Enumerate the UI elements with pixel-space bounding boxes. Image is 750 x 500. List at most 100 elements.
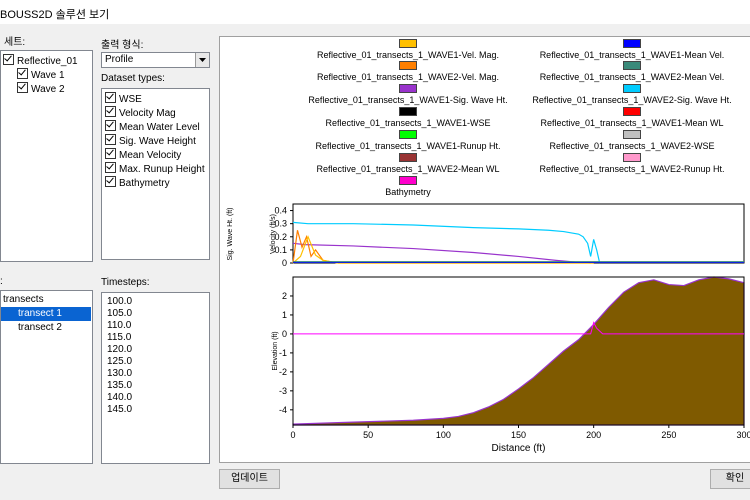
transect-item-2[interactable]: transect 2 [18, 321, 62, 335]
ok-button[interactable]: 확인 [710, 469, 750, 489]
y-tick-label: -4 [279, 405, 287, 415]
legend-entry: Reflective_01_transects_1_WAVE1-Mean WL [522, 107, 742, 128]
legend-label: Reflective_01_transects_1_WAVE1-WSE [325, 118, 491, 128]
legend-swatch [399, 84, 417, 93]
dataset-types-list[interactable]: WSE Velocity Mag Mean Water Level Sig. W… [101, 88, 210, 260]
checkbox[interactable] [105, 134, 116, 145]
legend-swatch [623, 84, 641, 93]
dataset-type-velocity-mag[interactable]: Velocity Mag [105, 106, 176, 120]
y-axis-label-left: Sig. Wave Ht. (ft) [227, 207, 234, 260]
dataset-type-wse[interactable]: WSE [105, 92, 142, 106]
legend-swatch [623, 130, 641, 139]
output-format-select[interactable]: Profile [101, 52, 210, 68]
dataset-checkbox[interactable] [3, 54, 14, 65]
transects-label: : [0, 276, 3, 287]
legend-entry: Reflective_01_transects_1_WAVE1-Sig. Wav… [298, 84, 518, 105]
checkbox[interactable] [105, 162, 116, 173]
timestep-item[interactable]: 145.0 [107, 403, 132, 417]
legend-swatch [623, 61, 641, 70]
dataset-item-wave2[interactable]: Wave 2 [17, 82, 65, 96]
legend-label: Reflective_01_transects_1_WAVE2-Sig. Wav… [532, 95, 732, 105]
chart1-series [292, 221, 744, 264]
y-tick-label: 2 [282, 291, 287, 301]
transect-group[interactable]: transects [3, 293, 91, 307]
legend-label: Reflective_01_transects_1_WAVE1-Runup Ht… [315, 141, 501, 151]
dataset-item-reflective[interactable]: Reflective_01 [3, 54, 78, 68]
plot-area: Reflective_01_transects_1_WAVE1-Vel. Mag… [219, 36, 750, 463]
x-tick-label: 250 [661, 430, 676, 440]
legend-entry: Reflective_01_transects_1_WAVE2-Vel. Mag… [298, 61, 518, 82]
legend-swatch [399, 61, 417, 70]
legend-entry: Reflective_01_transects_1_WAVE2-Sig. Wav… [522, 84, 742, 105]
legend-entry: Reflective_01_transects_1_WAVE1-Runup Ht… [298, 130, 518, 151]
timesteps-list[interactable]: 100.0 105.0 110.0 115.0 120.0 125.0 130.… [101, 292, 210, 464]
y-tick-label: 0 [282, 258, 287, 268]
transects-tree[interactable]: transects transect 1 transect 2 [0, 290, 93, 464]
legend-label: Reflective_01_transects_1_WAVE1-Vel. Mag… [316, 50, 500, 60]
legend-swatch [399, 39, 417, 48]
legend-label: Reflective_01_transects_1_WAVE1-Mean Vel… [539, 50, 725, 60]
chart2-bathymetry [292, 276, 745, 426]
dataset-checkbox[interactable] [17, 82, 28, 93]
chart1-axes: 0.40.30.20.10Sig. Wave Ht. (ft) Velocity … [227, 203, 745, 268]
series-line [292, 242, 591, 264]
y-tick-label: 1 [282, 310, 287, 320]
legend-label: Reflective_01_transects_1_WAVE1-Mean WL [540, 118, 724, 128]
checkbox[interactable] [105, 92, 116, 103]
x-tick-label: 300 [736, 430, 750, 440]
bathymetry-area [292, 276, 745, 426]
datasets-label: 세트: [4, 37, 26, 48]
transect-item-1[interactable]: transect 1 [1, 307, 91, 321]
window-title-bar: BOUSS2D 솔루션 보기 [0, 0, 750, 24]
dataset-checkbox[interactable] [17, 68, 28, 79]
legend-swatch [399, 153, 417, 162]
y-tick-label: -2 [279, 367, 287, 377]
dataset-type-mean-water-level[interactable]: Mean Water Level [105, 120, 200, 134]
legend-swatch [399, 107, 417, 116]
legend-entry: Reflective_01_transects_1_WAVE2-Runup Ht… [522, 153, 742, 174]
dataset-type-bathymetry[interactable]: Bathymetry [105, 176, 170, 190]
legend-entry: Reflective_01_transects_1_WAVE2-Mean Vel… [522, 61, 742, 82]
y-tick-label: -3 [279, 386, 287, 396]
elevation-chart: 2 1 0 -1 -2 -3 -4 0 50 100 150 200 250 300 Elevation (… [272, 276, 750, 454]
update-button[interactable]: 업데이트 [219, 469, 280, 489]
x-tick-label: 150 [511, 430, 526, 440]
legend-swatch [399, 130, 417, 139]
legend-swatch [623, 107, 641, 116]
legend-entry: Reflective_01_transects_1_WAVE1-Vel. Mag… [298, 39, 518, 60]
checkbox[interactable] [105, 176, 116, 187]
window-title: BOUSS2D 솔루션 보기 [0, 9, 110, 21]
legend-label: Reflective_01_transects_1_WAVE2-Vel. Mag… [316, 72, 500, 82]
series-line [292, 221, 601, 264]
wave-velocity-chart: 0.40.30.20.10Sig. Wave Ht. (ft) Velocity … [227, 203, 745, 268]
x-tick-label: 200 [586, 430, 601, 440]
chevron-down-icon[interactable] [195, 53, 209, 67]
dataset-type-mean-velocity[interactable]: Mean Velocity [105, 148, 181, 162]
output-format-label: 출력 형식: [101, 40, 144, 51]
legend-entry: Reflective_01_transects_1_WAVE1-WSE [298, 107, 518, 128]
y-axis-label: Elevation (ft) [272, 331, 279, 370]
timesteps-label: Timesteps: [101, 277, 150, 288]
legend-entry: Reflective_01_transects_1_WAVE1-Mean Vel… [522, 39, 742, 60]
legend-entry: Reflective_01_transects_1_WAVE2-Mean WL [298, 153, 518, 174]
legend-label: Reflective_01_transects_1_WAVE1-Sig. Wav… [308, 95, 508, 105]
x-tick-label: 50 [363, 430, 373, 440]
checkbox[interactable] [105, 120, 116, 131]
datasets-tree[interactable]: Reflective_01 Wave 1 Wave 2 [0, 50, 93, 262]
legend-entry: Reflective_01_transects_1_WAVE2-WSE [522, 130, 742, 151]
dataset-type-sig-wave-height[interactable]: Sig. Wave Height [105, 134, 196, 148]
legend-label: Reflective_01_transects_1_WAVE2-Runup Ht… [539, 164, 725, 174]
y-tick-label: -1 [279, 348, 287, 358]
output-format-value: Profile [105, 54, 134, 65]
x-tick-label: 0 [290, 430, 295, 440]
x-axis-label: Distance (ft) [492, 443, 546, 454]
dataset-type-max-runup[interactable]: Max. Runup Height [105, 162, 205, 176]
legend-swatch [623, 39, 641, 48]
legend-swatch [399, 176, 417, 185]
y-axis-label-right: Velocity (ft/s) [270, 214, 277, 254]
y-tick-label: 0 [282, 329, 287, 339]
checkbox[interactable] [105, 148, 116, 159]
checkbox[interactable] [105, 106, 116, 117]
legend-label: Bathymetry [385, 187, 431, 197]
dataset-item-wave1[interactable]: Wave 1 [17, 68, 65, 82]
